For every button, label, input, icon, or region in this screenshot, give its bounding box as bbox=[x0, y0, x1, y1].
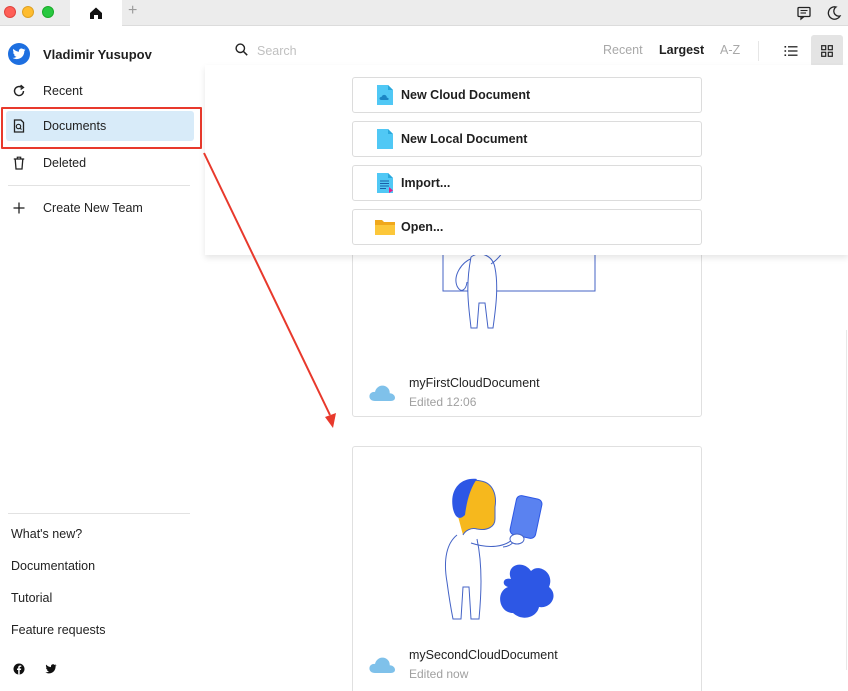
facebook-icon[interactable] bbox=[13, 663, 25, 675]
cloud-document-icon bbox=[377, 85, 393, 105]
document-icon bbox=[13, 119, 25, 133]
sort-a-z[interactable]: A-Z bbox=[720, 43, 740, 57]
open-button[interactable]: Open... bbox=[352, 209, 702, 245]
cloud-icon bbox=[369, 385, 395, 401]
new-tab-button[interactable]: + bbox=[128, 2, 137, 20]
list-view-icon bbox=[784, 46, 798, 56]
feature-requests-link[interactable]: Feature requests bbox=[11, 623, 106, 637]
document-meta: mySecondCloudDocument Edited now bbox=[367, 648, 558, 681]
documentation-link[interactable]: Documentation bbox=[11, 559, 95, 573]
sidebar-item-create-team[interactable]: Create New Team bbox=[6, 193, 194, 223]
user-name: Vladimir Yusupov bbox=[43, 46, 152, 62]
zoom-window-button[interactable] bbox=[42, 6, 54, 18]
home-tab[interactable] bbox=[70, 0, 122, 26]
document-thumbnail bbox=[444, 478, 554, 620]
grid-view-icon bbox=[821, 45, 833, 57]
new-cloud-document-button[interactable]: New Cloud Document bbox=[352, 77, 702, 113]
import-button[interactable]: Import... bbox=[352, 165, 702, 201]
scrollbar-track bbox=[846, 330, 847, 670]
close-window-button[interactable] bbox=[4, 6, 16, 18]
toolbar-separator bbox=[758, 41, 759, 61]
sidebar-item-deleted[interactable]: Deleted bbox=[6, 148, 194, 178]
plus-icon bbox=[13, 202, 25, 214]
grid-view-button[interactable] bbox=[811, 35, 843, 67]
menu-item-label: New Cloud Document bbox=[401, 88, 531, 102]
local-document-icon bbox=[377, 129, 393, 149]
search-input[interactable] bbox=[257, 41, 457, 61]
feedback-icon[interactable] bbox=[796, 5, 812, 21]
title-bar: + bbox=[0, 0, 848, 26]
menu-item-label: New Local Document bbox=[401, 132, 528, 146]
document-title: mySecondCloudDocument bbox=[409, 648, 558, 662]
moon-icon[interactable] bbox=[826, 5, 842, 21]
whats-new-link[interactable]: What's new? bbox=[11, 527, 82, 541]
menu-item-label: Import... bbox=[401, 176, 451, 190]
sidebar: Vladimir Yusupov Recent Documents Delete… bbox=[0, 27, 198, 691]
import-icon bbox=[377, 173, 393, 193]
list-view-button[interactable] bbox=[775, 35, 807, 67]
document-edited: Edited 12:06 bbox=[409, 395, 477, 409]
sidebar-item-label: Documents bbox=[43, 119, 107, 133]
trash-icon bbox=[13, 156, 25, 170]
sort-largest[interactable]: Largest bbox=[659, 43, 704, 57]
sort-recent[interactable]: Recent bbox=[603, 43, 643, 57]
sidebar-divider bbox=[8, 185, 190, 186]
sidebar-item-documents[interactable]: Documents bbox=[6, 111, 194, 141]
document-meta: myFirstCloudDocument Edited 12:06 bbox=[367, 376, 540, 409]
new-local-document-button[interactable]: New Local Document bbox=[352, 121, 702, 157]
search-icon bbox=[235, 43, 248, 56]
home-icon bbox=[90, 7, 102, 19]
minimize-window-button[interactable] bbox=[22, 6, 34, 18]
sidebar-divider bbox=[8, 513, 190, 514]
sidebar-item-label: Recent bbox=[43, 84, 83, 98]
twitter-icon[interactable] bbox=[45, 663, 57, 675]
cloud-icon bbox=[369, 657, 395, 673]
bird-icon bbox=[12, 48, 26, 60]
main-content: Recent Largest A-Z myFirstCloudDocument … bbox=[205, 27, 848, 691]
document-title: myFirstCloudDocument bbox=[409, 376, 540, 390]
new-document-menu: New Cloud Document New Local Document Im… bbox=[205, 65, 848, 255]
sidebar-item-recent[interactable]: Recent bbox=[6, 76, 194, 106]
user-profile[interactable]: Vladimir Yusupov bbox=[8, 43, 152, 65]
tutorial-link[interactable]: Tutorial bbox=[11, 591, 52, 605]
document-card[interactable]: mySecondCloudDocument Edited now bbox=[352, 446, 702, 691]
document-edited: Edited now bbox=[409, 667, 469, 681]
refresh-icon bbox=[13, 84, 25, 97]
menu-item-label: Open... bbox=[401, 220, 444, 234]
folder-icon bbox=[375, 220, 395, 235]
sidebar-item-label: Create New Team bbox=[43, 201, 143, 215]
avatar bbox=[8, 43, 30, 65]
sidebar-item-label: Deleted bbox=[43, 156, 87, 170]
